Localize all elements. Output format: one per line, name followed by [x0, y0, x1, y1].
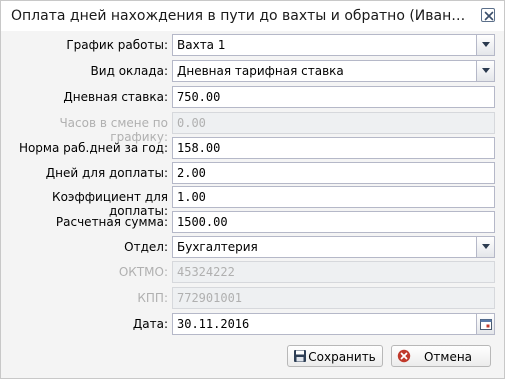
oktmo-label: ОКТМО: — [118, 265, 168, 279]
daily-rate-label: Дневная ставка: — [63, 90, 168, 104]
date-input[interactable]: 30.11.2016 — [172, 313, 495, 335]
date-row: Дата: 30.11.2016 — [1, 313, 504, 335]
calendar-icon — [480, 319, 492, 330]
schedule-value: Вахта 1 — [177, 38, 226, 52]
daily-rate-row: Дневная ставка: 750.00 — [1, 86, 504, 108]
schedule-combo[interactable]: Вахта 1 — [172, 34, 495, 56]
department-dropdown-button[interactable] — [476, 237, 494, 257]
chevron-down-icon — [482, 68, 490, 73]
kpp-input: 772901001 — [172, 287, 495, 309]
shift-hours-row: Часов в смене по графику: 0.00 — [1, 112, 504, 144]
calc-sum-row: Расчетная сумма: 1500.00 — [1, 211, 504, 233]
date-value: 30.11.2016 — [177, 317, 250, 331]
schedule-dropdown-button[interactable] — [476, 35, 494, 55]
close-icon — [484, 11, 494, 21]
salary-type-value: Дневная тарифная ставка — [177, 64, 344, 78]
dialog-titlebar[interactable]: Оплата дней нахождения в пути до вахты и… — [1, 1, 504, 31]
schedule-label: График работы: — [66, 38, 168, 52]
kpp-label: КПП: — [137, 291, 168, 305]
kpp-row: КПП: 772901001 — [1, 287, 504, 309]
date-picker-button[interactable] — [476, 314, 494, 334]
calc-sum-label: Расчетная сумма: — [55, 215, 168, 229]
dialog-title: Оплата дней нахождения в пути до вахты и… — [11, 8, 473, 24]
salary-type-combo[interactable]: Дневная тарифная ставка — [172, 60, 495, 82]
cancel-button-label: Отмена — [423, 350, 473, 364]
chevron-down-icon — [482, 42, 490, 47]
extra-days-input[interactable]: 2.00 — [172, 162, 495, 184]
cancel-button[interactable]: Отмена — [391, 345, 491, 367]
extra-days-label: Дней для доплаты: — [45, 166, 168, 180]
salary-type-label: Вид оклада: — [90, 64, 168, 78]
salary-type-dropdown-button[interactable] — [476, 61, 494, 81]
daily-rate-input[interactable]: 750.00 — [172, 86, 495, 108]
close-button[interactable] — [481, 8, 495, 22]
dialog-window: Оплата дней нахождения в пути до вахты и… — [0, 0, 505, 379]
workdays-norm-row: Норма раб.дней за год: 158.00 — [1, 137, 504, 159]
schedule-row: График работы: Вахта 1 — [1, 34, 504, 56]
salary-type-row: Вид оклада: Дневная тарифная ставка — [1, 60, 504, 82]
workdays-norm-input[interactable]: 158.00 — [172, 137, 495, 159]
chevron-down-icon — [482, 244, 490, 249]
oktmo-input: 45324222 — [172, 261, 495, 283]
workdays-norm-label: Норма раб.дней за год: — [18, 141, 168, 155]
department-label: Отдел: — [124, 240, 168, 254]
department-combo[interactable]: Бухгалтерия — [172, 236, 495, 258]
oktmo-row: ОКТМО: 45324222 — [1, 261, 504, 283]
date-label: Дата: — [132, 317, 168, 331]
department-value: Бухгалтерия — [177, 240, 258, 254]
extra-coeff-input[interactable]: 1.00 — [172, 186, 495, 208]
shift-hours-input: 0.00 — [172, 112, 495, 134]
extra-coeff-row: Коэффициент для доплаты: 1.00 — [1, 186, 504, 218]
save-button-label: Сохранить — [308, 350, 376, 364]
save-button[interactable]: Сохранить — [287, 345, 383, 367]
department-row: Отдел: Бухгалтерия — [1, 236, 504, 258]
calc-sum-input[interactable]: 1500.00 — [172, 211, 495, 233]
extra-days-row: Дней для доплаты: 2.00 — [1, 162, 504, 184]
